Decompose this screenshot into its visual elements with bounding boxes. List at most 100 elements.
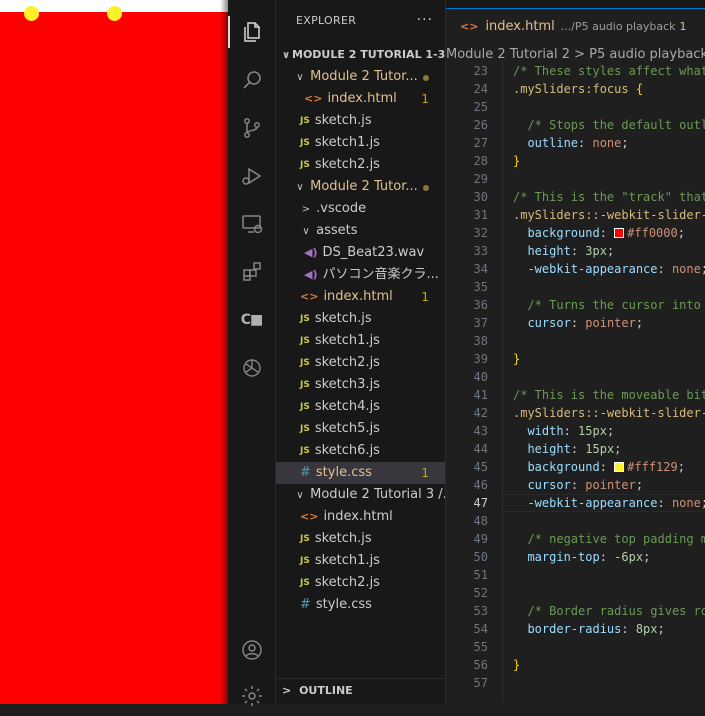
tree-file[interactable]: JS sketch3.js [276,374,445,396]
run-debug-icon[interactable] [228,156,275,196]
tree-file[interactable]: JS sketch1.js [276,132,445,154]
tab-index-html[interactable]: <> index.html .../P5 audio playback 1 [446,8,705,44]
tree-file[interactable]: # style.css [276,594,445,616]
tree-folder[interactable]: ∨ Module 2 Tutor... [276,66,445,88]
code-line[interactable]: 49 /* negative top padding m [446,530,705,548]
code-line[interactable]: 34 -webkit-appearance: none; [446,260,705,278]
code-line[interactable]: 52 [446,584,705,602]
code-line[interactable]: 31 .mySliders::-webkit-slider- [446,206,705,224]
code-line[interactable]: 44 height: 15px; [446,440,705,458]
account-icon[interactable] [228,630,275,670]
code-line[interactable]: 53 /* Border radius gives ro [446,602,705,620]
js-file-icon: JS [300,138,310,148]
remote-explorer-icon[interactable] [228,204,275,244]
slider-thumb-1[interactable] [24,6,39,21]
code-line[interactable]: 27 outline: none; [446,134,705,152]
code-line[interactable]: 40 [446,368,705,386]
tab-problem-count: 1 [679,20,687,33]
tree-file[interactable]: JS sketch4.js [276,396,445,418]
tree-file[interactable]: JS sketch1.js [276,550,445,572]
code-line[interactable]: 54 border-radius: 8px; [446,620,705,638]
line-number: 48 [473,514,488,528]
chevron-right-icon: > [301,204,311,215]
code-line[interactable]: 46 cursor: pointer; [446,476,705,494]
code-line[interactable]: 47 -webkit-appearance: none; [446,494,705,512]
tree-folder[interactable]: > .vscode [276,198,445,220]
chatgpt-icon[interactable] [228,348,275,388]
audio-file-icon: ◀) [304,246,318,259]
tree-file[interactable]: JS sketch.js [276,308,445,330]
explorer-sidebar: EXPLORER ··· ∨ MODULE 2 TUTORIAL 1-3 ∨ Mo… [276,0,445,704]
line-number: 29 [473,172,488,186]
code-line[interactable]: 37 cursor: pointer; [446,314,705,332]
tree-file[interactable]: JS sketch2.js [276,154,445,176]
tree-folder[interactable]: ∨ Module 2 Tutorial 3 /... [276,484,445,506]
slider-thumb-2[interactable] [107,6,122,21]
code-line[interactable]: 29 [446,170,705,188]
code-line[interactable]: 30 /* This is the "track" that [446,188,705,206]
explorer-files-icon[interactable] [228,12,275,52]
tree-file[interactable]: JS sketch6.js [276,440,445,462]
tree-item-label: sketch.js [314,113,372,128]
code-line[interactable]: 42 .mySliders::-webkit-slider- [446,404,705,422]
js-file-icon: JS [300,160,310,170]
tree-item-label: Module 2 Tutor... [310,179,418,194]
code-line[interactable]: 26 /* Stops the default outl [446,116,705,134]
tree-file[interactable]: JS sketch5.js [276,418,445,440]
tree-file[interactable]: JS sketch.js [276,528,445,550]
code-line[interactable]: 56} [446,656,705,674]
code-lines[interactable]: 23 /* These styles affect what 24 .mySlider… [446,62,705,692]
outline-section[interactable]: > OUTLINE [276,678,445,702]
color-swatch-icon[interactable] [614,228,625,238]
tree-item-label: sketch6.js [314,443,380,458]
more-actions-icon[interactable]: ··· [417,12,433,28]
tree-folder[interactable]: ∨ Module 2 Tutor... [276,176,445,198]
tree-file[interactable]: ◀) DS_Beat23.wav [276,242,445,264]
code-text: /* Stops the default outl [513,118,705,132]
code-line[interactable]: 55 [446,638,705,656]
tree-file[interactable]: ◀) パソコン音楽クラ... [276,264,445,286]
code-line[interactable]: 23 /* These styles affect what [446,62,705,80]
code-line[interactable]: 43 width: 15px; [446,422,705,440]
tree-file[interactable]: JS sketch.js [276,110,445,132]
line-number: 53 [473,604,488,618]
tree-item-label: style.css [315,465,372,480]
tree-file[interactable]: JS sketch1.js [276,330,445,352]
code-line[interactable]: 57 [446,674,705,692]
code-line[interactable]: 35 [446,278,705,296]
code-line[interactable]: 28} [446,152,705,170]
code-line[interactable]: 25 [446,98,705,116]
extensions-icon[interactable] [228,252,275,292]
settings-gear-icon[interactable] [228,676,275,716]
js-file-icon: JS [300,534,310,544]
source-control-icon[interactable] [228,108,275,148]
tree-item-label: sketch5.js [314,421,380,436]
line-number: 56 [473,658,488,672]
code-line[interactable]: 24 .mySliders:focus { [446,80,705,98]
code-line[interactable]: 36 /* Turns the cursor into [446,296,705,314]
code-line[interactable]: 41 /* This is the moveable bit [446,386,705,404]
code-line[interactable]: 45 background: #fff129; [446,458,705,476]
code-text: outline: none; [527,136,629,150]
tree-item-label: sketch1.js [314,553,380,568]
tree-folder[interactable]: ∨ assets [276,220,445,242]
chevron-down-icon: ∨ [302,226,310,237]
code-line[interactable]: 39} [446,350,705,368]
search-icon[interactable] [228,60,275,100]
code-line[interactable]: 51 [446,566,705,584]
tree-file[interactable]: <> index.html [276,506,445,528]
code-line[interactable]: 32 background: #ff0000; [446,224,705,242]
tree-file[interactable]: <> index.html 1 [276,88,445,110]
color-swatch-icon[interactable] [614,462,625,472]
code-line[interactable]: 33 height: 3px; [446,242,705,260]
tree-file[interactable]: JS sketch2.js [276,572,445,594]
tree-file[interactable]: <> index.html 1 [276,286,445,308]
js-file-icon: JS [300,446,310,456]
tree-file[interactable]: JS sketch2.js [276,352,445,374]
code-line[interactable]: 48 [446,512,705,530]
workspace-root-folder[interactable]: ∨ MODULE 2 TUTORIAL 1-3 [276,44,445,66]
code-line[interactable]: 50 margin-top: -6px; [446,548,705,566]
tree-file[interactable]: # style.css 1 [276,462,445,484]
code-line[interactable]: 38 [446,332,705,350]
ci-extension-icon[interactable]: C■ [228,300,275,340]
